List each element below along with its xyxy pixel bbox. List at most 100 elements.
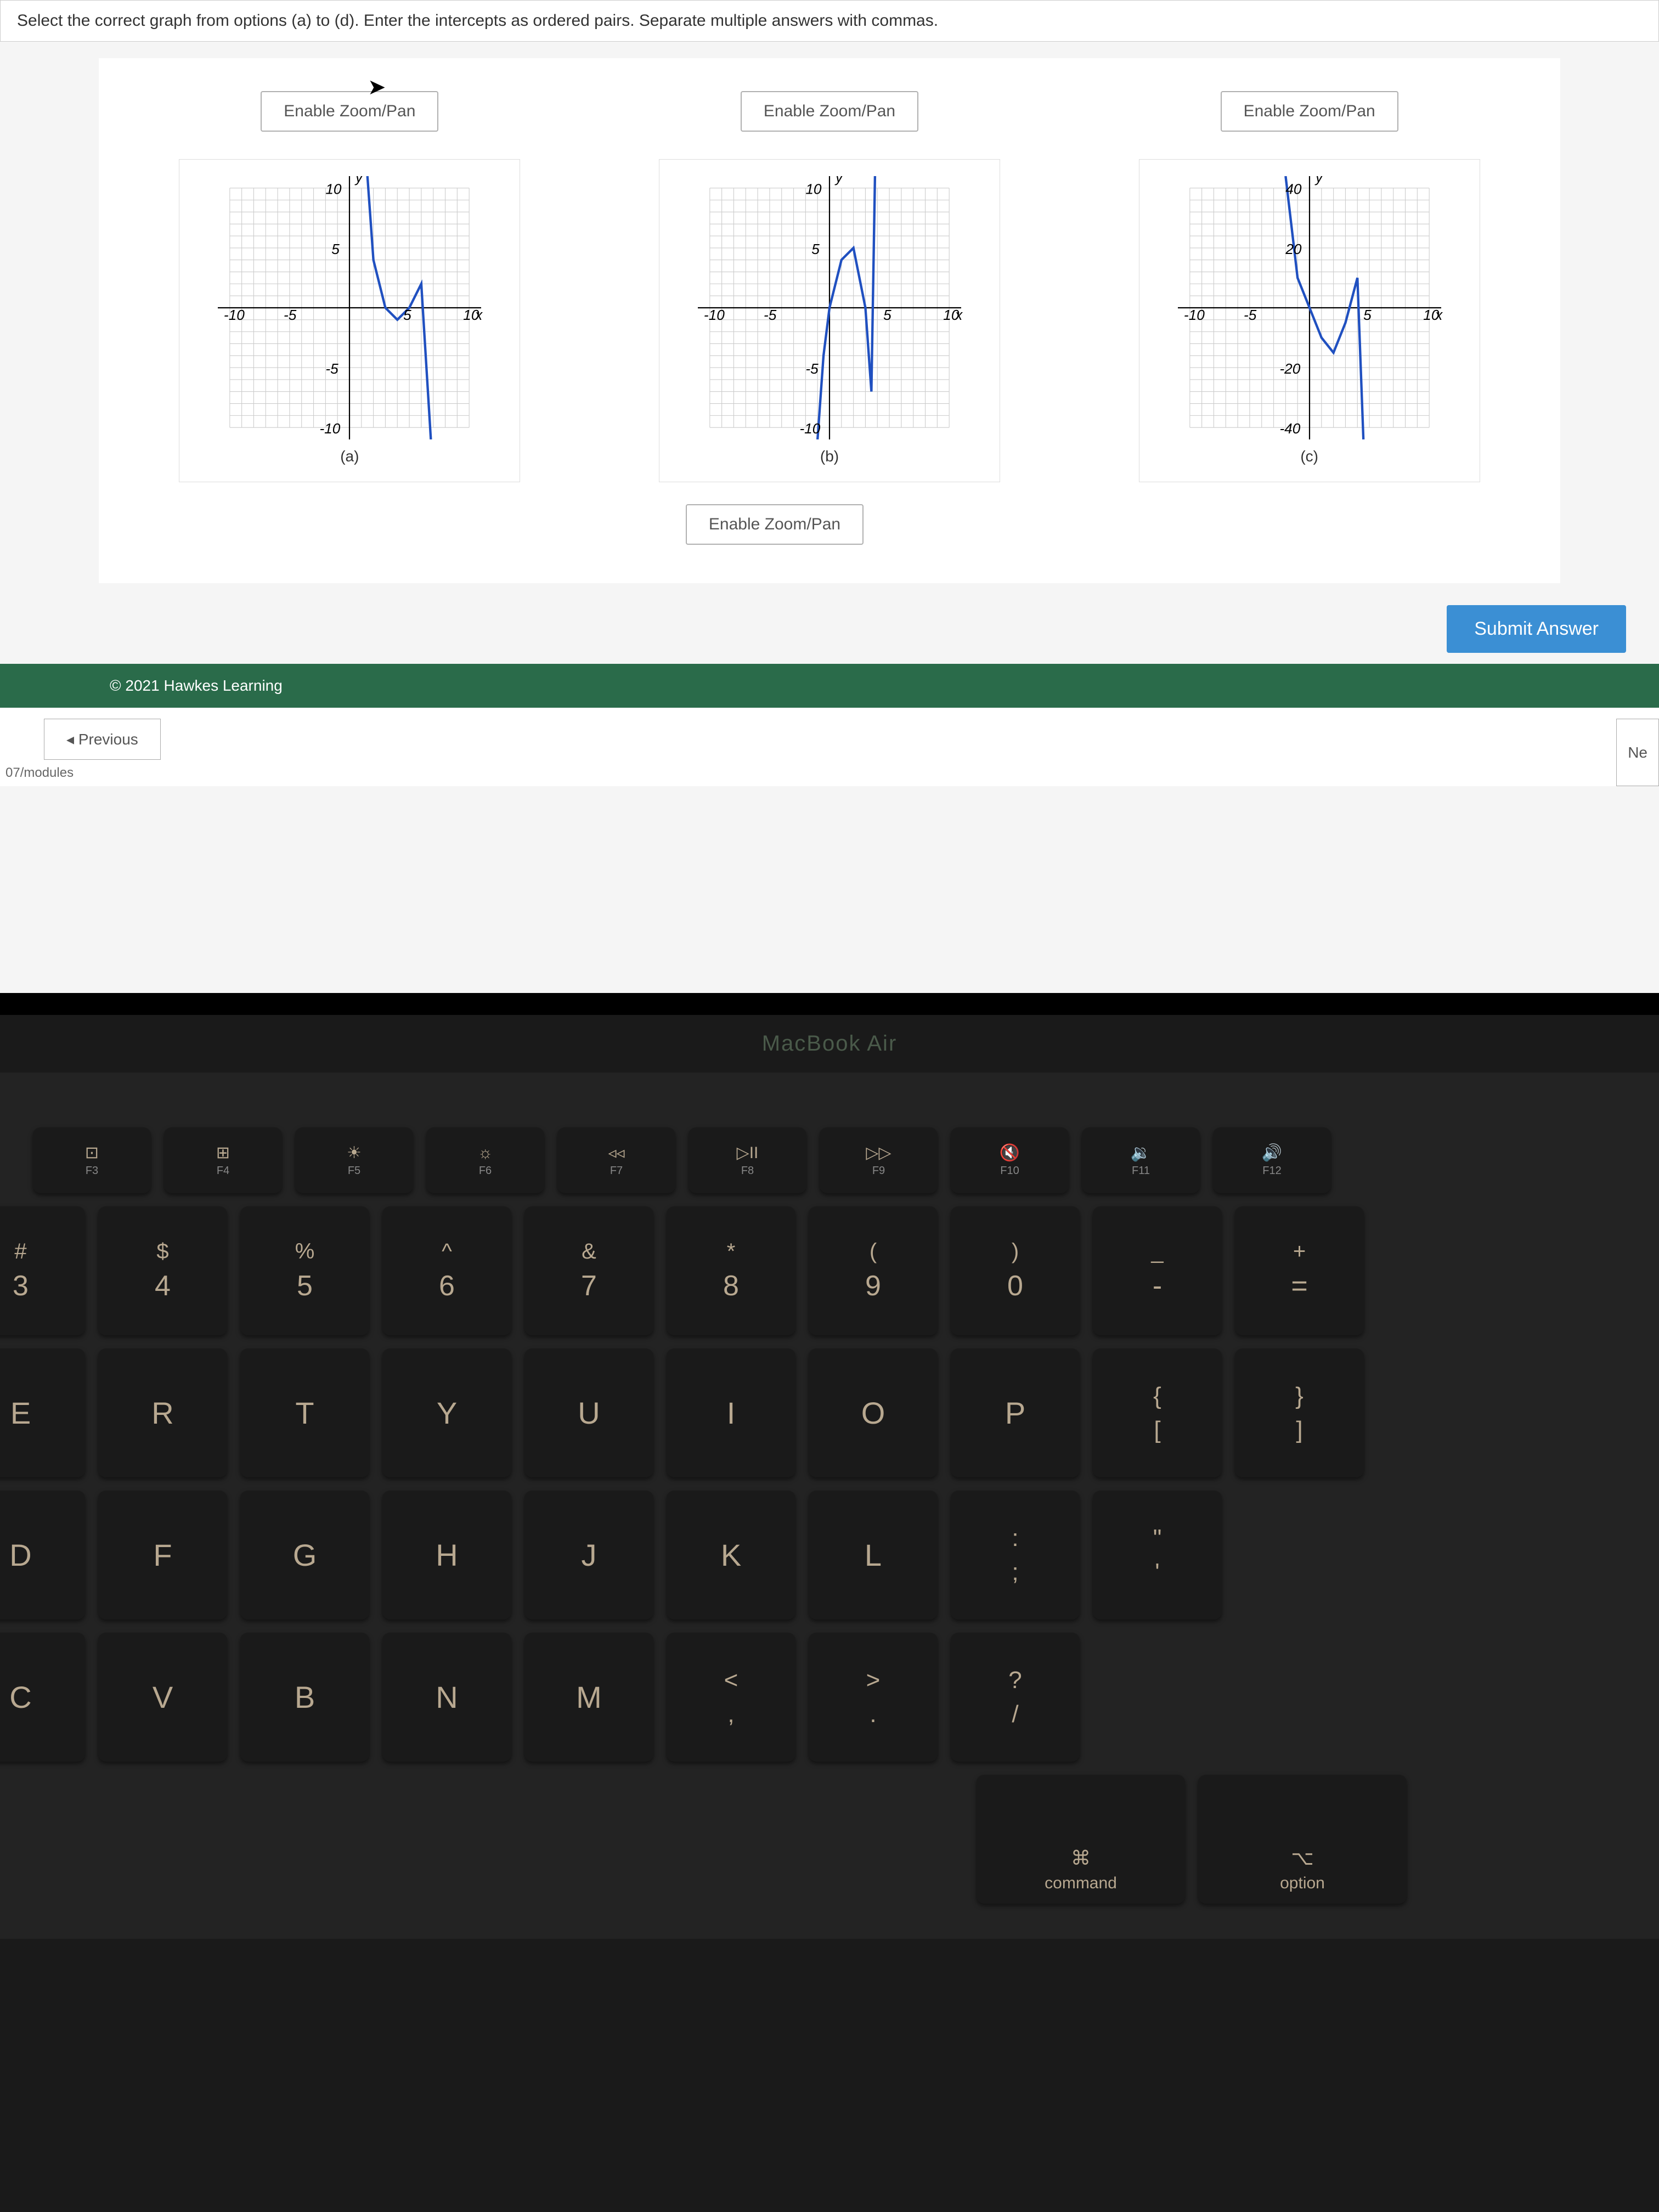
svg-text:-5: -5 [1244, 307, 1257, 323]
svg-text:-10: -10 [224, 307, 245, 323]
key-3[interactable]: #3 [0, 1206, 85, 1335]
graphs-row: Enable Zoom/Pan -10-5510 [121, 91, 1538, 482]
instruction-text: Select the correct graph from options (a… [0, 0, 1659, 42]
svg-text:-5: -5 [284, 307, 297, 323]
key-f5[interactable]: ☀F5 [295, 1127, 413, 1193]
graph-c-box[interactable]: -10-5510 -40-202040 xy (c) [1139, 159, 1480, 482]
key--[interactable]: _- [1093, 1206, 1222, 1335]
zoom-button-b[interactable]: Enable Zoom/Pan [741, 91, 918, 132]
key-f8[interactable]: ▷IIF8 [689, 1127, 806, 1193]
svg-text:40: 40 [1285, 181, 1302, 198]
svg-text:-10: -10 [704, 307, 725, 323]
submit-row: Submit Answer [0, 605, 1659, 653]
key-f[interactable]: F [98, 1491, 227, 1620]
key-command[interactable]: ⌘command [977, 1775, 1185, 1904]
key-0[interactable]: )0 [951, 1206, 1080, 1335]
key-f7[interactable]: ◃◃F7 [557, 1127, 675, 1193]
number-key-row: #3$4%5^6&7*8(9)0_-+= [33, 1206, 1626, 1335]
key-=[interactable]: += [1235, 1206, 1364, 1335]
zoom-d-row: Enable Zoom/Pan [121, 504, 1538, 572]
key-f11[interactable]: 🔉F11 [1082, 1127, 1200, 1193]
graph-b-box[interactable]: -10-5510 -10-5510 xy (b) [659, 159, 1000, 482]
svg-text:-5: -5 [764, 307, 777, 323]
key-punct-0[interactable]: :; [951, 1491, 1080, 1620]
graph-c-svg: -10-5510 -40-202040 xy [1156, 176, 1463, 439]
graph-a-box[interactable]: -10-5510 -10-5510 xy (a) [179, 159, 520, 482]
key-f10[interactable]: 🔇F10 [951, 1127, 1069, 1193]
key-e[interactable]: E [0, 1348, 85, 1477]
svg-text:5: 5 [811, 241, 820, 257]
key-g[interactable]: G [240, 1491, 369, 1620]
key-4[interactable]: $4 [98, 1206, 227, 1335]
key-bracket-1[interactable]: }] [1235, 1348, 1364, 1477]
graph-a-container: Enable Zoom/Pan -10-5510 [121, 91, 579, 482]
key-punct-1[interactable]: "' [1093, 1491, 1222, 1620]
nav-row: ◂ Previous 07/modules Ne [0, 708, 1659, 786]
zoom-button-a[interactable]: Enable Zoom/Pan [261, 91, 438, 132]
key-d[interactable]: D [0, 1491, 85, 1620]
key-j[interactable]: J [524, 1491, 653, 1620]
svg-text:-5: -5 [326, 360, 339, 377]
graph-b-container: Enable Zoom/Pan -10-5510 [601, 91, 1059, 482]
key-f12[interactable]: 🔊F12 [1213, 1127, 1331, 1193]
zoom-button-c[interactable]: Enable Zoom/Pan [1221, 91, 1398, 132]
function-key-row: ⊡F3⊞F4☀F5☼F6◃◃F7▷IIF8▷▷F9🔇F10🔉F11🔊F12 [33, 1127, 1626, 1193]
key-u[interactable]: U [524, 1348, 653, 1477]
key-r[interactable]: R [98, 1348, 227, 1477]
key-f3[interactable]: ⊡F3 [33, 1127, 151, 1193]
svg-text:5: 5 [1363, 307, 1372, 323]
key-8[interactable]: *8 [667, 1206, 795, 1335]
content-area: ➤ Enable Zoom/Pan [99, 58, 1560, 583]
graph-c-container: Enable Zoom/Pan -10-5510 [1080, 91, 1538, 482]
svg-text:-10: -10 [1184, 307, 1205, 323]
svg-text:-10: -10 [320, 420, 341, 437]
key-7[interactable]: &7 [524, 1206, 653, 1335]
key-f9[interactable]: ▷▷F9 [820, 1127, 938, 1193]
svg-text:y: y [1314, 176, 1324, 185]
next-button[interactable]: Ne [1616, 719, 1659, 786]
key-6[interactable]: ^6 [382, 1206, 511, 1335]
key-punct2-0[interactable]: <, [667, 1633, 795, 1762]
copyright-bar: © 2021 Hawkes Learning [0, 664, 1659, 708]
key-p[interactable]: P [951, 1348, 1080, 1477]
key-f4[interactable]: ⊞F4 [164, 1127, 282, 1193]
svg-text:-10: -10 [799, 420, 820, 437]
keyboard: ⊡F3⊞F4☀F5☼F6◃◃F7▷IIF8▷▷F9🔇F10🔉F11🔊F12 #3… [0, 1073, 1659, 1939]
path-text: 07/modules [0, 760, 161, 786]
key-l[interactable]: L [809, 1491, 938, 1620]
svg-text:x: x [1434, 307, 1443, 323]
qwerty-row-3: CVBNM<,>.?/ [33, 1633, 1626, 1762]
qwerty-row-1: ERTYUIOP{[}] [33, 1348, 1626, 1477]
key-m[interactable]: M [524, 1633, 653, 1762]
svg-text:y: y [834, 176, 844, 185]
graph-c-label: (c) [1156, 448, 1463, 465]
previous-button[interactable]: ◂ Previous [44, 719, 161, 760]
svg-text:x: x [954, 307, 963, 323]
svg-text:x: x [474, 307, 483, 323]
key-y[interactable]: Y [382, 1348, 511, 1477]
screen-content: Select the correct graph from options (a… [0, 0, 1659, 1015]
graph-a-label: (a) [196, 448, 503, 465]
key-bracket-0[interactable]: {[ [1093, 1348, 1222, 1477]
key-b[interactable]: B [240, 1633, 369, 1762]
key-o[interactable]: O [809, 1348, 938, 1477]
key-punct2-2[interactable]: ?/ [951, 1633, 1080, 1762]
key-t[interactable]: T [240, 1348, 369, 1477]
key-n[interactable]: N [382, 1633, 511, 1762]
key-9[interactable]: (9 [809, 1206, 938, 1335]
submit-button[interactable]: Submit Answer [1447, 605, 1626, 653]
key-option[interactable]: ⌥option [1198, 1775, 1407, 1904]
key-v[interactable]: V [98, 1633, 227, 1762]
zoom-button-d[interactable]: Enable Zoom/Pan [686, 504, 864, 545]
graph-a-svg: -10-5510 -10-5510 xy [196, 176, 503, 439]
key-k[interactable]: K [667, 1491, 795, 1620]
graph-b-label: (b) [676, 448, 983, 465]
bottom-key-row: ⌘command⌥option [33, 1775, 1626, 1904]
key-f6[interactable]: ☼F6 [426, 1127, 544, 1193]
key-punct2-1[interactable]: >. [809, 1633, 938, 1762]
key-c[interactable]: C [0, 1633, 85, 1762]
key-i[interactable]: I [667, 1348, 795, 1477]
key-5[interactable]: %5 [240, 1206, 369, 1335]
svg-text:5: 5 [332, 241, 340, 257]
key-h[interactable]: H [382, 1491, 511, 1620]
